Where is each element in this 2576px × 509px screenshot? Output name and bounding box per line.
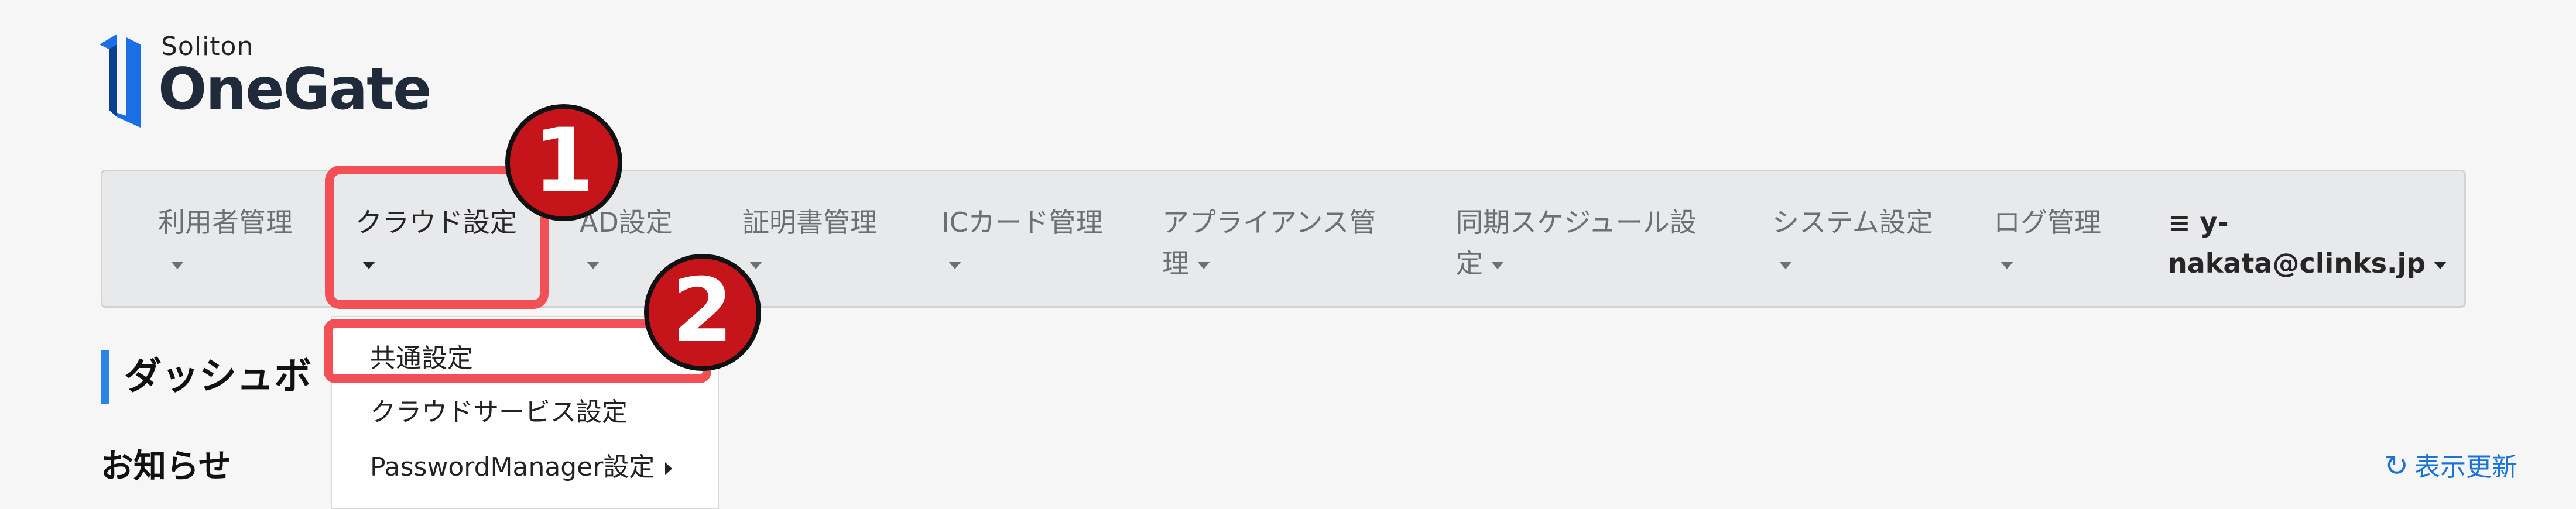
dropdown-item-label: PasswordManager設定	[370, 452, 655, 482]
nav-appliance-management[interactable]: アプライアンス管 理	[1162, 202, 1376, 284]
nav-item-label: 利用者管理	[158, 207, 293, 238]
page-title: ダッシュボ	[101, 350, 311, 404]
nav-log-management[interactable]: ログ管理	[1993, 202, 2101, 284]
nav-user-management[interactable]: 利用者管理	[158, 202, 293, 284]
chevron-down-icon	[2000, 262, 2013, 269]
nav-sync-schedule-settings[interactable]: 同期スケジュール設 定	[1456, 202, 1697, 284]
refresh-label: 表示更新	[2414, 452, 2517, 482]
chevron-down-icon	[171, 262, 184, 269]
nav-ic-card-management[interactable]: ICカード管理	[941, 202, 1103, 284]
chevron-down-icon	[2434, 262, 2447, 269]
step-badge-1: 1	[505, 104, 622, 221]
nav-ad-settings[interactable]: AD設定	[580, 202, 673, 284]
nav-item-label: システム設定	[1772, 207, 1933, 238]
nav-item-label: 証明書管理	[742, 207, 877, 238]
step-badge-2: 2	[644, 254, 761, 371]
onegate-logo-icon	[100, 34, 141, 128]
logo-brand-name: OneGate	[158, 56, 431, 123]
nav-item-label: ICカード管理	[941, 207, 1103, 238]
chevron-down-icon	[1491, 262, 1504, 269]
nav-item-label: アプライアンス管	[1162, 207, 1376, 238]
nav-item-label-line2: 定	[1456, 247, 1483, 279]
chevron-down-icon	[749, 262, 762, 269]
nav-item-label: 同期スケジュール設	[1456, 207, 1697, 238]
chevron-down-icon	[948, 262, 961, 269]
chevron-down-icon	[1197, 262, 1210, 269]
chevron-down-icon	[587, 262, 600, 269]
nav-item-label-line2: 理	[1162, 247, 1189, 279]
dropdown-item-cloud-service-settings[interactable]: クラウドサービス設定	[370, 391, 628, 428]
nav-item-label: ≡ y-	[2168, 207, 2229, 238]
chevron-right-icon	[665, 462, 673, 475]
chevron-down-icon	[1779, 262, 1792, 269]
nav-system-settings[interactable]: システム設定	[1772, 202, 1933, 284]
notice-heading: お知らせ	[101, 448, 231, 486]
nav-user-account-menu[interactable]: ≡ y- nakata@clinks.jp	[2168, 202, 2447, 284]
dropdown-item-password-manager-settings[interactable]: PasswordManager設定	[370, 446, 673, 483]
nav-item-label: ログ管理	[1993, 207, 2101, 238]
refresh-icon: ↻	[2384, 449, 2409, 483]
nav-item-label-line2: nakata@clinks.jp	[2168, 247, 2426, 279]
refresh-button[interactable]: ↻ 表示更新	[2384, 446, 2517, 483]
nav-certificate-management[interactable]: 証明書管理	[742, 202, 877, 284]
